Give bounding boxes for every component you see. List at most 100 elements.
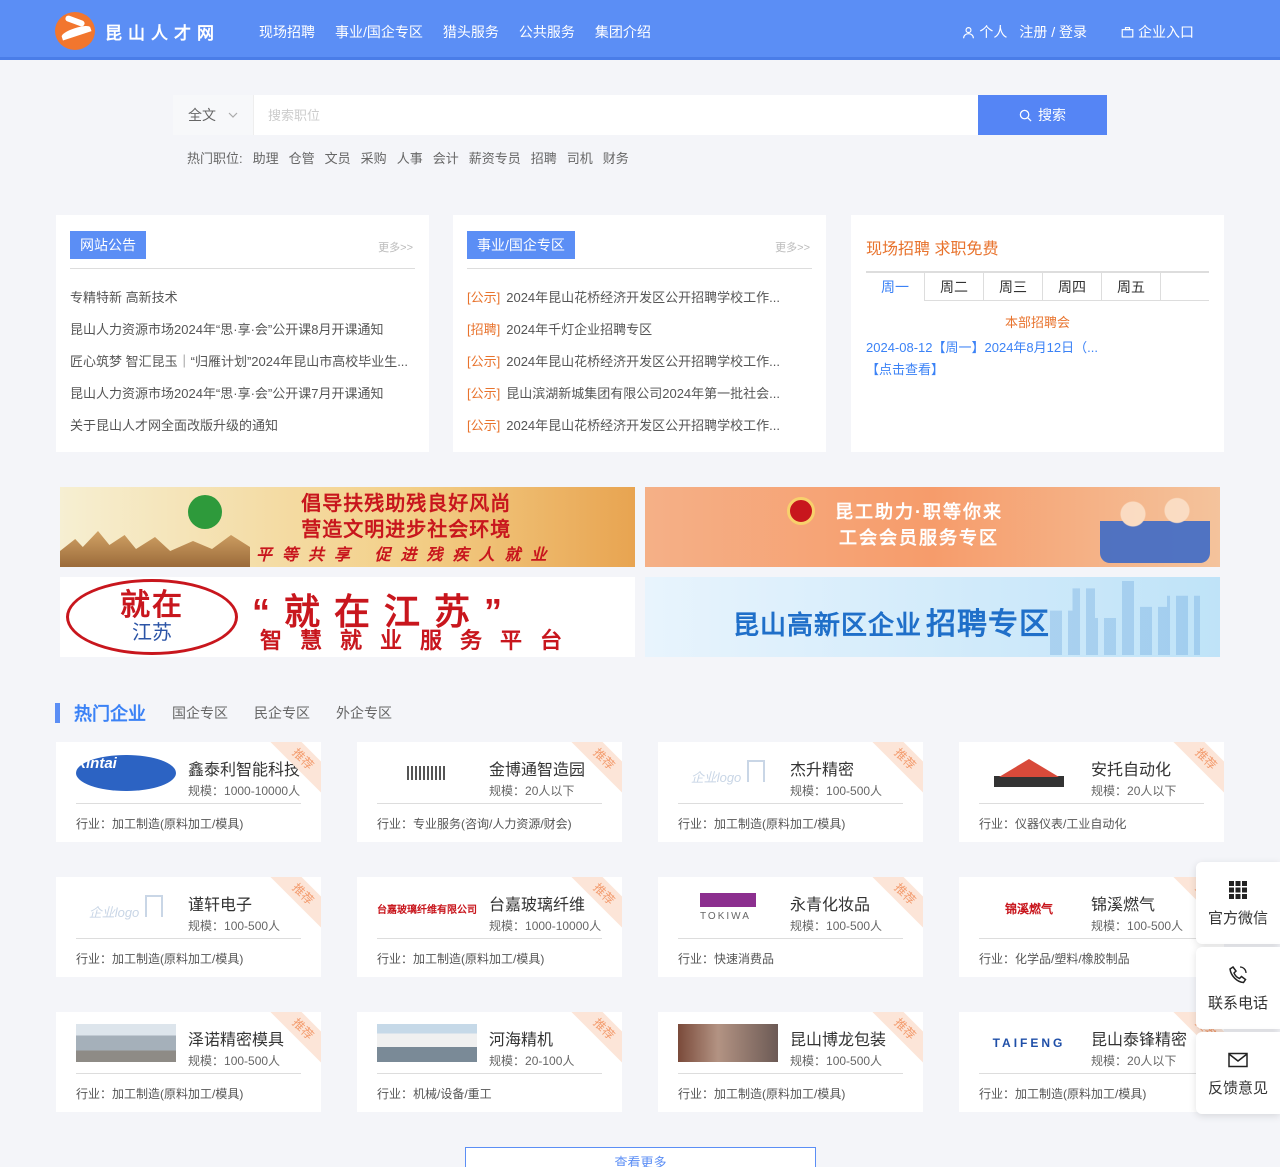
company-name[interactable]: 谨轩电子 bbox=[188, 891, 252, 915]
search-type-value: 全文 bbox=[188, 107, 216, 123]
company-industry-value: 加工制造(原料加工/模具) bbox=[413, 952, 545, 966]
company-card[interactable]: 安托自动化 规模：20人以下 行业：仪器仪表/工业自动化 推荐 bbox=[959, 742, 1224, 842]
soe-item[interactable]: [公示] 2024年昆山花桥经济开发区公开招聘学校工作... bbox=[467, 415, 812, 447]
view-more-button[interactable]: 查看更多 bbox=[465, 1147, 816, 1167]
company-scale-label: 规模： bbox=[1091, 784, 1128, 798]
company-industry: 行业：加工制造(原料加工/模具) bbox=[377, 950, 544, 967]
hot-keyword[interactable]: 会计 bbox=[433, 148, 459, 167]
enterprise-link[interactable]: 企业入口 bbox=[1121, 22, 1194, 42]
float-phone[interactable]: 联系电话 bbox=[1196, 947, 1280, 1029]
tab-monday[interactable]: 周一 bbox=[866, 273, 925, 301]
notice-item[interactable]: 专精特新 高新技术 bbox=[70, 287, 415, 319]
company-scale-label: 规模： bbox=[489, 1054, 526, 1068]
search-button[interactable]: 搜索 bbox=[978, 95, 1107, 135]
search-input[interactable] bbox=[254, 95, 978, 135]
company-card[interactable]: 企业logo 杰升精密 规模：100-500人 行业：加工制造(原料加工/模具) 推荐 bbox=[658, 742, 923, 842]
logo-text: 昆山人才网 bbox=[105, 23, 220, 43]
company-scale-value: 1000-10000人 bbox=[224, 784, 301, 798]
mail-icon bbox=[1228, 1052, 1248, 1067]
company-name[interactable]: 泽诺精密模具 bbox=[188, 1026, 284, 1050]
company-card[interactable]: 昆山博龙包装 规模：100-500人 行业：加工制造(原料加工/模具) 推荐 bbox=[658, 1012, 923, 1112]
soe-item-prefix: [公示] bbox=[467, 354, 501, 369]
notice-panel-header: 网站公告 更多>> bbox=[70, 231, 415, 269]
company-name[interactable]: 昆山博龙包装 bbox=[790, 1026, 886, 1050]
company-card[interactable]: 永青化妆品规模：100-500人行业：快速消费品推荐 bbox=[658, 877, 923, 977]
hot-keyword[interactable]: 薪资专员 bbox=[469, 148, 521, 167]
site-logo[interactable]: 昆山人才网 bbox=[55, 12, 220, 50]
card-divider bbox=[979, 1073, 1204, 1074]
banner-union-service[interactable]: 昆工助力·职等你来 工会会员服务专区 bbox=[645, 487, 1220, 567]
company-name[interactable]: 锦溪燃气 bbox=[1091, 891, 1155, 915]
company-card[interactable]: 河海精机 规模：20-100人 行业：机械/设备/重工 推荐 bbox=[357, 1012, 622, 1112]
company-scale: 规模：100-500人 bbox=[790, 1052, 882, 1069]
notice-item[interactable]: 匠心筑梦 智汇昆玉｜“归雁计划”2024年昆山市高校毕业生... bbox=[70, 351, 415, 383]
hot-keyword[interactable]: 文员 bbox=[325, 148, 351, 167]
register-login-link[interactable]: 注册 / 登录 bbox=[1019, 22, 1087, 42]
company-card[interactable]: 企业logo 谨轩电子 规模：100-500人 行业：加工制造(原料加工/模具) 推荐 bbox=[56, 877, 321, 977]
soe-item[interactable]: [招聘] 2024年千灯企业招聘专区 bbox=[467, 319, 812, 351]
hot-keyword[interactable]: 招聘 bbox=[531, 148, 557, 167]
card-divider bbox=[377, 1073, 602, 1074]
tab-tuesday[interactable]: 周二 bbox=[925, 273, 984, 301]
card-divider bbox=[979, 938, 1204, 939]
notice-item[interactable]: 关于昆山人才网全面改版升级的通知 bbox=[70, 415, 415, 447]
float-wechat[interactable]: 官方微信 bbox=[1196, 862, 1280, 944]
company-name[interactable]: 杰升精密 bbox=[790, 756, 854, 780]
nav-public-service[interactable]: 公共服务 bbox=[519, 22, 575, 42]
company-industry: 行业：加工制造(原料加工/模具) bbox=[979, 1085, 1146, 1102]
card-divider bbox=[76, 938, 301, 939]
tab-wednesday[interactable]: 周三 bbox=[984, 273, 1043, 301]
banner-text: 昆山高新区企业 招聘专区 bbox=[733, 599, 1050, 643]
job-fair-view-link[interactable]: 【点击查看】 bbox=[866, 359, 944, 378]
hot-keyword[interactable]: 仓管 bbox=[289, 148, 315, 167]
company-name[interactable]: 安托自动化 bbox=[1091, 756, 1171, 780]
soe-item[interactable]: [公示] 昆山滨湖新城集团有限公司2024年第一批社会... bbox=[467, 383, 812, 415]
company-card[interactable]: 锦溪燃气锦溪燃气规模：100-500人行业：化学品/塑料/橡胶制品推荐 bbox=[959, 877, 1224, 977]
company-card[interactable]: TAIFENG昆山泰锋精密规模：20人以下行业：加工制造(原料加工/模具)推荐 bbox=[959, 1012, 1224, 1112]
tab-foreign-zone[interactable]: 外企专区 bbox=[336, 703, 392, 723]
hot-keyword[interactable]: 司机 bbox=[567, 148, 593, 167]
notice-item[interactable]: 昆山人力资源市场2024年“思·享·会”公开课7月开课通知 bbox=[70, 383, 415, 415]
notice-item[interactable]: 昆山人力资源市场2024年“思·享·会”公开课8月开课通知 bbox=[70, 319, 415, 351]
tab-private-zone[interactable]: 民企专区 bbox=[254, 703, 310, 723]
tab-thursday[interactable]: 周四 bbox=[1043, 273, 1102, 301]
enterprise-label: 企业入口 bbox=[1138, 24, 1194, 40]
nav-soe-zone[interactable]: 事业/国企专区 bbox=[335, 22, 423, 42]
tab-friday[interactable]: 周五 bbox=[1102, 273, 1161, 301]
job-fair-entry[interactable]: 2024-08-12【周一】2024年8月12日（... bbox=[866, 337, 1209, 356]
notice-more-link[interactable]: 更多>> bbox=[378, 239, 413, 255]
banner-disability-employment[interactable]: 倡导扶残助残良好风尚 营造文明进步社会环境 平等共享 促进残疾人就业 bbox=[60, 487, 635, 567]
company-card[interactable]: 泽诺精密模具 规模：100-500人 行业：加工制造(原料加工/模具) 推荐 bbox=[56, 1012, 321, 1112]
tab-soe-zone[interactable]: 国企专区 bbox=[172, 703, 228, 723]
company-name[interactable]: 永青化妆品 bbox=[790, 891, 870, 915]
banner-hitech-zone[interactable]: 昆山高新区企业 招聘专区 bbox=[645, 577, 1220, 657]
hot-keyword[interactable]: 人事 bbox=[397, 148, 423, 167]
soe-item[interactable]: [公示] 2024年昆山花桥经济开发区公开招聘学校工作... bbox=[467, 287, 812, 319]
recommend-ribbon: 推荐 bbox=[1169, 742, 1224, 796]
search-type-select[interactable]: 全文 bbox=[173, 95, 254, 135]
hot-keyword[interactable]: 财务 bbox=[603, 148, 629, 167]
soe-more-link[interactable]: 更多>> bbox=[775, 239, 810, 255]
soe-item-text: 2024年昆山花桥经济开发区公开招聘学校工作... bbox=[506, 418, 780, 433]
company-card[interactable]: 台嘉玻璃纤维有限公司 台嘉玻璃纤维 规模：1000-10000人 行业：加工制造(原料… bbox=[357, 877, 622, 977]
hot-keyword[interactable]: 助理 bbox=[253, 148, 279, 167]
company-industry-value: 仪器仪表/工业自动化 bbox=[1015, 817, 1127, 831]
company-logo bbox=[377, 1024, 477, 1062]
personal-link[interactable]: 个人 注册 / 登录 bbox=[962, 22, 1087, 42]
company-name[interactable]: 金博通智造园 bbox=[489, 756, 585, 780]
hot-keyword[interactable]: 采购 bbox=[361, 148, 387, 167]
company-industry: 行业：化学品/塑料/橡胶制品 bbox=[979, 950, 1130, 967]
company-name[interactable]: 昆山泰锋精密 bbox=[1091, 1026, 1187, 1050]
nav-headhunter[interactable]: 猎头服务 bbox=[443, 22, 499, 42]
float-feedback[interactable]: 反馈意见 bbox=[1196, 1032, 1280, 1114]
company-name[interactable]: 河海精机 bbox=[489, 1026, 553, 1050]
company-industry-label: 行业： bbox=[678, 952, 715, 966]
company-name[interactable]: 鑫泰利智能科技 bbox=[188, 756, 300, 780]
nav-onsite-recruit[interactable]: 现场招聘 bbox=[259, 22, 315, 42]
nav-group-intro[interactable]: 集团介绍 bbox=[595, 22, 651, 42]
company-card[interactable]: 金博通智造园 规模：20人以下 行业：专业服务(咨询/人力资源/财会) 推荐 bbox=[357, 742, 622, 842]
company-card[interactable]: Xintai 鑫泰利智能科技 规模：1000-10000人 行业：加工制造(原料加工/… bbox=[56, 742, 321, 842]
banner-jiangsu-employment[interactable]: 就在 江苏 “就在江苏” 智慧就业服务平台 bbox=[60, 577, 635, 657]
company-name[interactable]: 台嘉玻璃纤维 bbox=[489, 891, 585, 915]
soe-item[interactable]: [公示] 2024年昆山花桥经济开发区公开招聘学校工作... bbox=[467, 351, 812, 383]
